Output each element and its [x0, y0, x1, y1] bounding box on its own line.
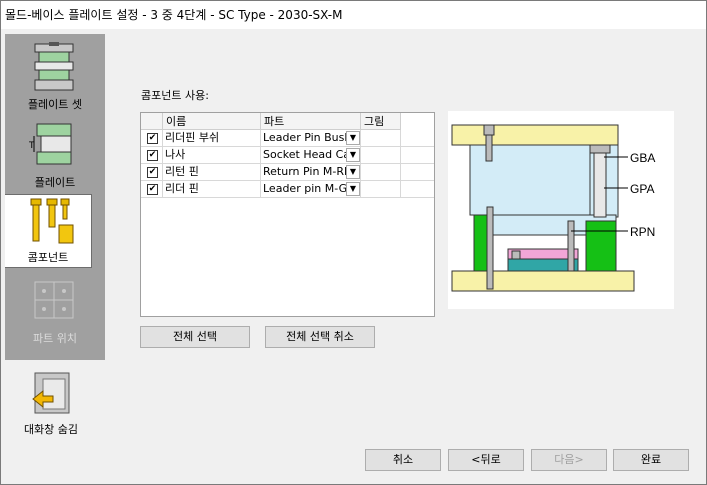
- title-bar: 몰드-베이스 플레이트 설정 - 3 중 4단계 - SC Type - 203…: [1, 1, 706, 29]
- hide-dialog-icon: [32, 372, 70, 414]
- window-title: 몰드-베이스 플레이트 설정 - 3 중 4단계 - SC Type - 203…: [5, 8, 343, 22]
- finish-button[interactable]: 완료: [613, 449, 689, 471]
- row-checkbox[interactable]: ✔: [147, 167, 158, 178]
- dropdown-arrow-icon[interactable]: ▼: [346, 148, 360, 162]
- part-position-icon: [34, 281, 74, 319]
- table-row[interactable]: ✔ 리더 핀 Leader pin M-GPA ▼: [141, 181, 434, 198]
- hide-dialog-label: 대화창 숨김: [23, 423, 79, 436]
- row-checkbox[interactable]: ✔: [147, 133, 158, 144]
- row-name: 나사: [163, 147, 261, 164]
- row-checkbox[interactable]: ✔: [147, 150, 158, 161]
- row-name: 리더 핀: [163, 181, 261, 198]
- table-row[interactable]: ✔ 나사 Socket Head Ca... ▼: [141, 147, 434, 164]
- svg-text:T: T: [29, 141, 35, 151]
- table-row[interactable]: ✔ 리더핀 부쉬 Leader Pin Bushi... ▼: [141, 130, 434, 147]
- component-table: 이름 파트 그림 ✔ 리더핀 부쉬 Leader Pin Bushi... ▼ …: [140, 112, 435, 317]
- nav-label-part-position: 파트 위치: [33, 332, 77, 345]
- preview-label-gba: GBA: [630, 151, 655, 165]
- row-filler: [401, 164, 434, 181]
- dropdown-arrow-icon[interactable]: ▼: [346, 131, 360, 145]
- nav-label-plate: 플레이트: [34, 176, 76, 189]
- row-figure: [361, 147, 401, 164]
- deselect-all-button[interactable]: 전체 선택 취소: [265, 326, 375, 348]
- component-preview-image: GBA GPA RPN: [448, 111, 674, 309]
- wizard-nav-panel: 플레이트 셋 T 플레이트 콤포넌트 파트 위치: [5, 34, 105, 360]
- component-usage-label: 콤포넌트 사용:: [141, 89, 209, 102]
- dropdown-arrow-icon[interactable]: ▼: [346, 165, 360, 179]
- nav-item-component[interactable]: 콤포넌트: [5, 194, 92, 268]
- cancel-button[interactable]: 취소: [365, 449, 441, 471]
- row-name: 리더핀 부쉬: [163, 130, 261, 147]
- col-header-figure[interactable]: 그림: [361, 113, 401, 130]
- table-row[interactable]: ✔ 리턴 핀 Return Pin M-RPN ▼: [141, 164, 434, 181]
- row-figure: [361, 130, 401, 147]
- component-icon: [30, 198, 74, 244]
- nav-label-plate-set: 플레이트 셋: [27, 98, 83, 111]
- back-button[interactable]: <뒤로: [448, 449, 524, 471]
- preview-label-rpn: RPN: [630, 225, 655, 239]
- col-header-part[interactable]: 파트: [261, 113, 361, 130]
- dropdown-arrow-icon[interactable]: ▼: [346, 182, 360, 196]
- row-filler: [401, 181, 434, 198]
- row-name: 리턴 핀: [163, 164, 261, 181]
- nav-item-part-position[interactable]: 파트 위치: [5, 272, 105, 346]
- nav-item-plate[interactable]: T 플레이트: [5, 116, 105, 190]
- row-filler: [401, 147, 434, 164]
- row-part-value: Return Pin M-RPN: [263, 165, 359, 178]
- col-header-checkbox: [141, 113, 163, 130]
- hide-dialog-button[interactable]: 대화창 숨김: [5, 369, 97, 437]
- row-figure: [361, 164, 401, 181]
- mold-diagram: GBA GPA RPN: [451, 124, 655, 292]
- nav-item-plate-set[interactable]: 플레이트 셋: [5, 38, 105, 112]
- select-all-button[interactable]: 전체 선택: [140, 326, 250, 348]
- row-figure: [361, 181, 401, 198]
- row-checkbox[interactable]: ✔: [147, 184, 158, 195]
- plate-set-icon: [34, 42, 74, 91]
- nav-label-component: 콤포넌트: [27, 251, 69, 264]
- plate-icon: T: [29, 123, 72, 165]
- row-filler: [401, 130, 434, 147]
- next-button[interactable]: 다음>: [531, 449, 607, 471]
- dialog-window: 몰드-베이스 플레이트 설정 - 3 중 4단계 - SC Type - 203…: [0, 0, 707, 485]
- col-header-name[interactable]: 이름: [163, 113, 261, 130]
- preview-label-gpa: GPA: [630, 182, 654, 196]
